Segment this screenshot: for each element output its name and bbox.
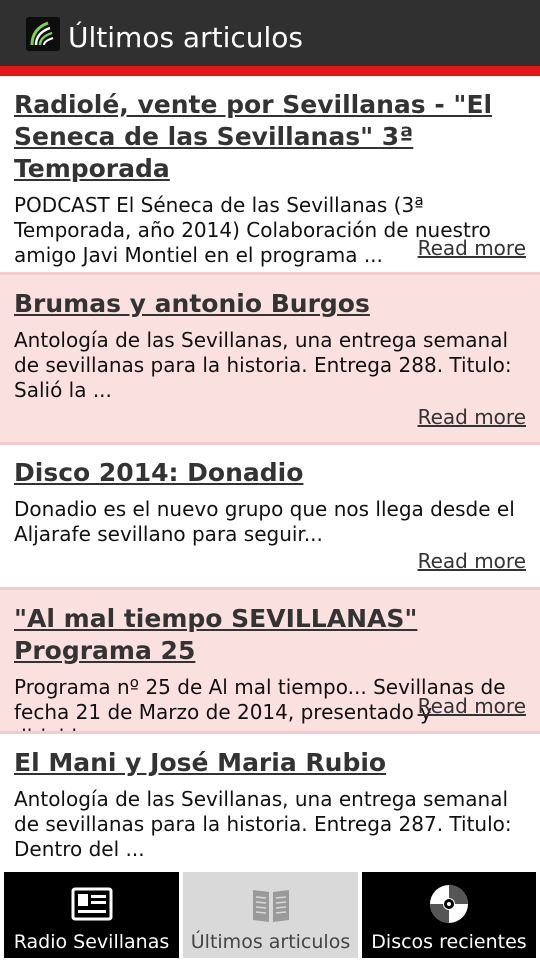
page-title: Últimos articulos	[68, 21, 303, 54]
radio-waves-icon[interactable]	[26, 17, 60, 51]
articles-list[interactable]: Radiolé, vente por Sevillanas - "El Sene…	[0, 76, 540, 868]
app-screen: Últimos articulos Radiolé, vente por Sev…	[0, 0, 540, 960]
article-item[interactable]: Disco 2014: Donadio Donadio es el nuevo …	[0, 445, 540, 590]
article-item[interactable]: "Al mal tiempo SEVILLANAS" Programa 25 P…	[0, 590, 540, 734]
disc-icon	[427, 882, 471, 926]
tab-discos-recientes[interactable]: Discos recientes	[362, 872, 536, 958]
article-title[interactable]: Radiolé, vente por Sevillanas - "El Sene…	[14, 89, 526, 185]
radio-card-icon	[70, 882, 114, 926]
bottom-tab-bar: Radio Sevillanas Últimos articulos Disco…	[0, 868, 540, 960]
read-more-link[interactable]: Read more	[418, 549, 526, 573]
action-bar: Últimos articulos	[0, 0, 540, 66]
read-more-link[interactable]: Read more	[418, 236, 526, 260]
tab-label: Discos recientes	[371, 931, 527, 953]
article-item[interactable]: El Mani y José Maria Rubio Antología de …	[0, 734, 540, 868]
article-title[interactable]: Brumas y antonio Burgos	[14, 288, 526, 320]
article-title[interactable]: "Al mal tiempo SEVILLANAS" Programa 25	[14, 603, 526, 667]
article-item[interactable]: Radiolé, vente por Sevillanas - "El Sene…	[0, 76, 540, 275]
tab-ultimos-articulos[interactable]: Últimos articulos	[183, 872, 358, 958]
read-more-link[interactable]: Read more	[418, 694, 526, 718]
tab-label: Radio Sevillanas	[13, 931, 170, 953]
article-excerpt: Donadio es el nuevo grupo que nos llega …	[14, 497, 515, 546]
tab-radio-sevillanas[interactable]: Radio Sevillanas	[4, 872, 179, 958]
article-title[interactable]: Disco 2014: Donadio	[14, 457, 526, 489]
header-accent-bar	[0, 66, 540, 76]
article-excerpt: Antología de las Sevillanas, una entrega…	[14, 787, 512, 861]
tab-label: Últimos articulos	[190, 931, 351, 953]
article-item[interactable]: Brumas y antonio Burgos Antología de las…	[0, 275, 540, 445]
newspaper-icon	[249, 882, 293, 926]
read-more-link[interactable]: Read more	[418, 405, 526, 429]
article-title[interactable]: El Mani y José Maria Rubio	[14, 747, 526, 779]
article-excerpt: Antología de las Sevillanas, una entrega…	[14, 328, 512, 402]
